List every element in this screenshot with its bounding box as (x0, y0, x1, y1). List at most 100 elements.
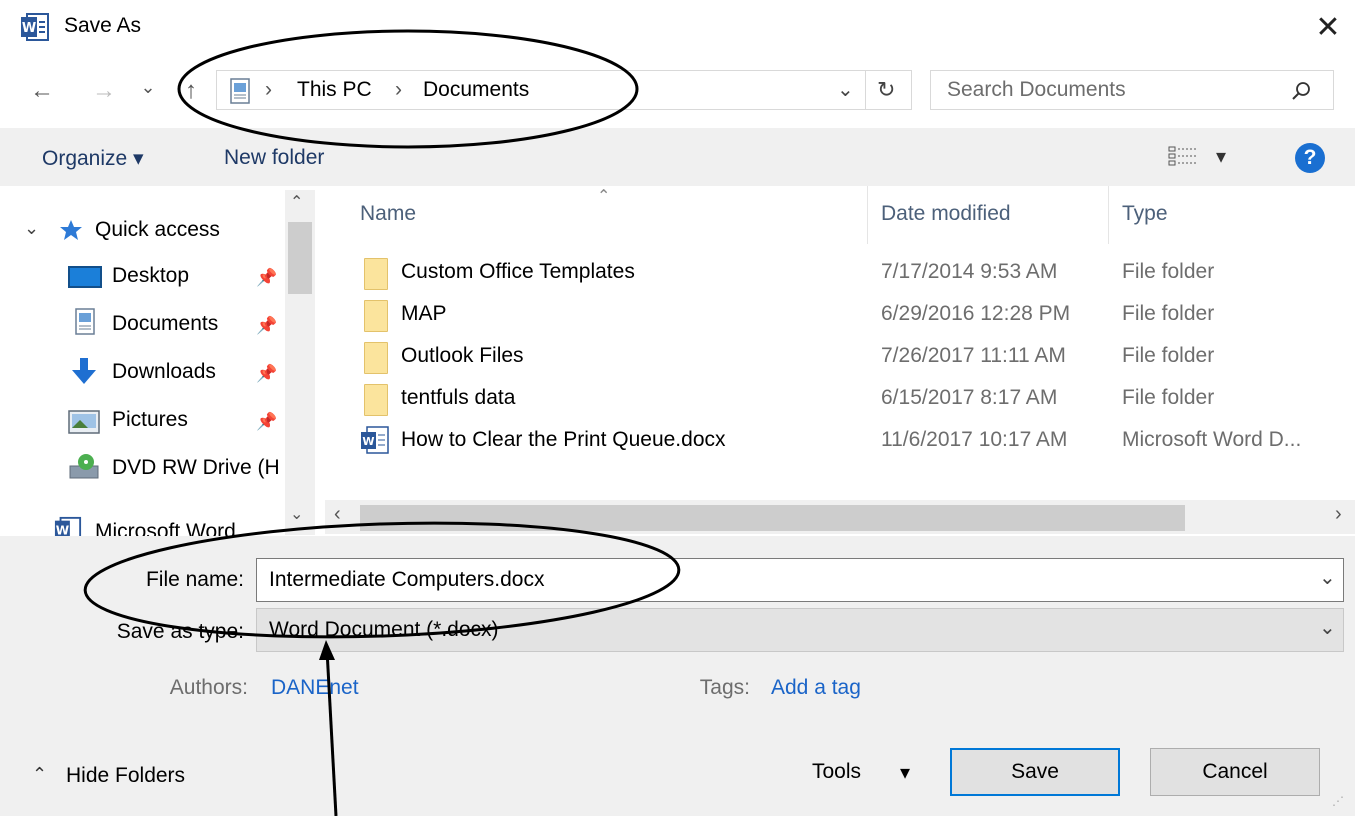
file-name: MAP (401, 302, 447, 325)
star-icon (60, 220, 82, 240)
sidebar-item-downloads[interactable]: Downloads (112, 360, 216, 384)
sidebar-item-quick-access[interactable]: Quick access (95, 218, 220, 242)
file-name-label: File name: (145, 568, 244, 591)
sidebar-item-documents[interactable]: Documents (112, 312, 218, 336)
view-options-icon[interactable] (1168, 145, 1198, 167)
column-divider[interactable] (867, 186, 868, 244)
recent-locations-chevron-icon[interactable]: ⌄ (136, 72, 160, 102)
organize-button[interactable]: Organize ▾ (42, 146, 144, 171)
folder-icon (364, 300, 388, 332)
save-as-type-select[interactable]: Word Document (*.docx) ⌄ (256, 608, 1344, 652)
refresh-icon[interactable]: ↻ (877, 77, 895, 103)
cancel-button[interactable]: Cancel (1150, 748, 1320, 796)
pin-icon[interactable]: 📌 (256, 364, 277, 384)
scroll-down-chevron-icon[interactable]: ⌄ (290, 504, 303, 524)
authors-label: Authors: (169, 676, 248, 699)
save-type-dropdown-chevron-icon[interactable]: ⌄ (1319, 615, 1336, 640)
table-row[interactable]: Custom Office Templates 7/17/2014 9:53 A… (350, 255, 1350, 293)
collapse-chevron-icon[interactable]: ⌃ (32, 764, 47, 785)
breadcrumb-this-pc[interactable]: This PC (297, 78, 372, 102)
search-field[interactable]: Search Documents (930, 70, 1334, 110)
folder-icon (364, 384, 388, 416)
new-folder-button[interactable]: New folder (224, 146, 324, 170)
column-header-name[interactable]: Name (360, 202, 416, 226)
search-icon[interactable] (1291, 81, 1311, 101)
svg-text:W: W (362, 435, 374, 448)
tools-button[interactable]: Tools (812, 760, 861, 784)
pin-icon[interactable]: 📌 (256, 268, 277, 288)
file-name-field[interactable]: Intermediate Computers.docx ⌄ (256, 558, 1344, 602)
sidebar-item-desktop[interactable]: Desktop (112, 264, 189, 288)
save-button[interactable]: Save (950, 748, 1120, 796)
resize-grip-icon[interactable]: ⋰ (1332, 794, 1344, 808)
expand-chevron-icon[interactable]: ⌄ (24, 218, 39, 239)
documents-icon (230, 78, 250, 104)
svg-text:W: W (22, 21, 36, 36)
file-name: How to Clear the Print Queue.docx (401, 428, 726, 451)
scroll-up-chevron-icon[interactable]: ⌃ (290, 192, 303, 212)
file-type: Microsoft Word D... (1122, 428, 1302, 451)
table-row[interactable]: tentfuls data 6/15/2017 8:17 AM File fol… (350, 381, 1350, 419)
title-bar: W Save As ✕ (0, 0, 1355, 56)
address-bar[interactable]: › This PC › Documents ⌄ ↻ (216, 70, 912, 110)
back-button[interactable]: ← (24, 76, 60, 106)
breadcrumb-separator: › (395, 78, 402, 101)
scroll-right-chevron-icon[interactable]: › (1335, 503, 1342, 526)
table-row[interactable]: Outlook Files 7/26/2017 11:11 AM File fo… (350, 339, 1350, 377)
close-button[interactable]: ✕ (1310, 10, 1346, 46)
file-name: Outlook Files (401, 344, 524, 367)
sidebar-scrollbar-thumb[interactable] (288, 222, 312, 294)
folder-icon (364, 258, 388, 290)
up-button[interactable]: ↑ (176, 76, 206, 106)
file-type: File folder (1122, 260, 1215, 283)
tags-label: Tags: (699, 676, 750, 699)
tools-dropdown-chevron-icon[interactable]: ▾ (900, 760, 910, 785)
tags-value[interactable]: Add a tag (771, 676, 861, 700)
sidebar-item-dvd-drive[interactable]: DVD RW Drive (H (112, 456, 280, 480)
sidebar-item-microsoft-word[interactable]: Microsoft Word (95, 520, 236, 536)
sidebar-item-pictures[interactable]: Pictures (112, 408, 188, 432)
forward-button[interactable]: → (86, 76, 122, 106)
help-icon[interactable]: ? (1295, 143, 1325, 173)
file-name-dropdown-chevron-icon[interactable]: ⌄ (1319, 565, 1336, 590)
svg-text:W: W (56, 524, 69, 536)
documents-icon (75, 308, 95, 335)
file-date: 11/6/2017 10:17 AM (881, 428, 1068, 451)
folder-icon (364, 342, 388, 374)
save-as-type-label: Save as type: (116, 620, 244, 643)
breadcrumb-separator: › (265, 78, 272, 101)
address-dropdown-chevron-icon[interactable]: ⌄ (837, 77, 854, 102)
hide-folders-button[interactable]: Hide Folders (66, 764, 185, 788)
sort-chevron-icon: ⌃ (597, 188, 611, 205)
file-type: File folder (1122, 386, 1215, 409)
view-dropdown-chevron-icon[interactable]: ▾ (1216, 144, 1226, 169)
table-row[interactable]: MAP 6/29/2016 12:28 PM File folder (350, 297, 1350, 335)
scroll-left-chevron-icon[interactable]: ‹ (334, 503, 341, 526)
file-date: 7/26/2017 11:11 AM (881, 344, 1066, 367)
desktop-icon (68, 266, 102, 288)
file-list-scrollbar-thumb[interactable] (360, 505, 1185, 531)
pictures-icon (68, 410, 100, 434)
word-icon: W (21, 13, 49, 41)
file-type: File folder (1122, 344, 1215, 367)
word-icon: W (54, 516, 82, 536)
file-name: tentfuls data (401, 386, 516, 409)
command-toolbar: Organize ▾ New folder ▾ ? (0, 128, 1355, 186)
pin-icon[interactable]: 📌 (256, 412, 277, 432)
column-header-date-modified[interactable]: Date modified (881, 202, 1011, 226)
file-date: 7/17/2014 9:53 AM (881, 260, 1058, 283)
breadcrumb-documents[interactable]: Documents (423, 78, 529, 102)
window-title: Save As (64, 14, 142, 37)
column-divider[interactable] (1108, 186, 1109, 244)
file-date: 6/15/2017 8:17 AM (881, 386, 1058, 409)
file-date: 6/29/2016 12:28 PM (881, 302, 1071, 325)
navigation-pane: ⌄ Quick access Desktop 📌 Documents 📌 Dow… (0, 186, 320, 536)
dvd-drive-icon (69, 454, 99, 479)
pin-icon[interactable]: 📌 (256, 316, 277, 336)
column-header-type[interactable]: Type (1122, 202, 1168, 226)
save-as-type-value: Word Document (*.docx) (269, 618, 499, 641)
word-doc-icon: W (361, 426, 389, 454)
table-row[interactable]: W How to Clear the Print Queue.docx 11/6… (350, 423, 1350, 461)
file-type: File folder (1122, 302, 1215, 325)
authors-value[interactable]: DANEnet (271, 676, 359, 700)
